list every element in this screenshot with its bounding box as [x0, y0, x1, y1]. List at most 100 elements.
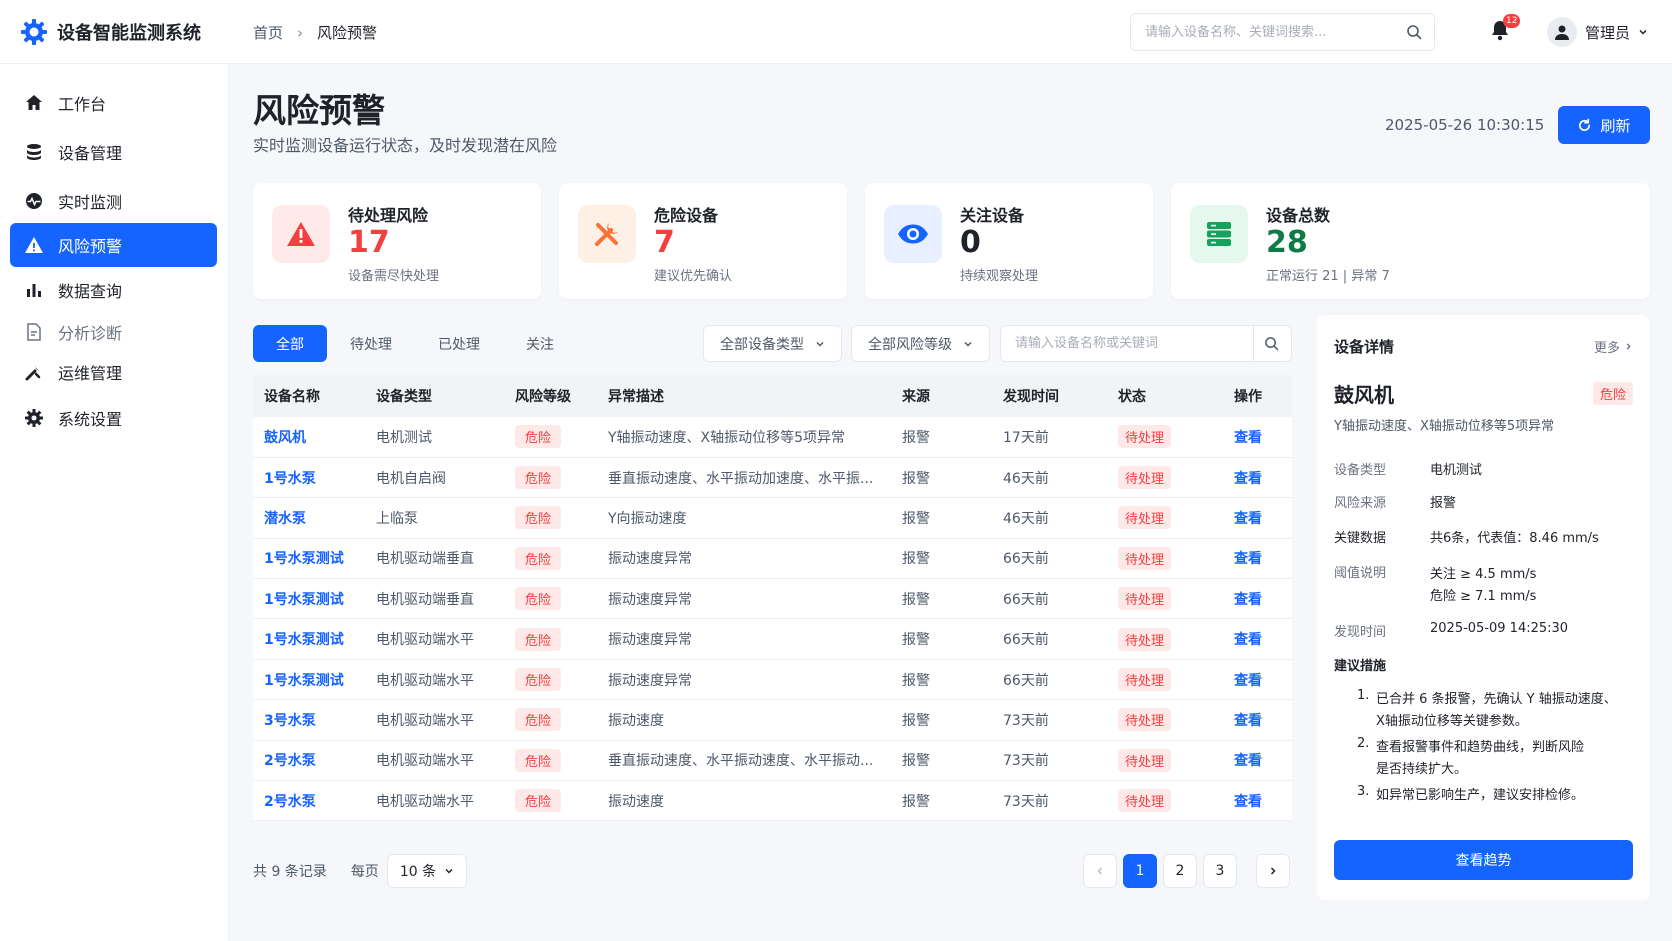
sidebar-item-label: 实时监测 [58, 193, 123, 212]
col-header[interactable]: 来源 [891, 375, 992, 417]
tab-processed[interactable]: 已处理 [415, 325, 503, 362]
stat-card-total-devices[interactable]: 设备总数 28 正常运行 21 | 异常 7 [1171, 183, 1650, 299]
device-name-link-cell[interactable]: 潜水泵 [253, 498, 365, 538]
status-badge: 待处理 [1118, 627, 1172, 651]
table-row[interactable]: 2号水泵 电机驱动端水平 危险 振动速度 报警 73天前 待处理 查看 [253, 780, 1292, 821]
risk-level-select[interactable]: 全部风险等级 [851, 325, 990, 362]
view-link-cell[interactable]: 查看 [1223, 579, 1292, 619]
avatar [1547, 17, 1577, 47]
sidebar-item-risk-warning[interactable]: 风险预警 [10, 223, 217, 267]
view-link-cell[interactable]: 查看 [1223, 659, 1292, 699]
status-badge-cell: 待处理 [1107, 781, 1223, 821]
stat-card-pending-risk[interactable]: 待处理风险 17 设备需尽快处理 [253, 183, 541, 299]
breadcrumb-current: 风险预警 [317, 24, 378, 42]
gear-logo-icon [21, 19, 47, 45]
col-header[interactable]: 状态 [1107, 375, 1223, 417]
stat-desc: 正常运行 21 | 异常 7 [1266, 269, 1390, 284]
page-1-button[interactable]: 1 [1123, 854, 1157, 888]
stat-title: 设备总数 [1266, 206, 1331, 225]
view-link-cell[interactable]: 查看 [1223, 457, 1292, 497]
sidebar-item-data-query[interactable]: 数据查询 [10, 268, 217, 312]
status-badge: 待处理 [1118, 789, 1172, 813]
tab-pending[interactable]: 待处理 [327, 325, 415, 362]
device-name-link-cell[interactable]: 1号水泵测试 [253, 619, 365, 659]
status-badge: 待处理 [1118, 668, 1172, 692]
chevron-left-icon [1097, 867, 1103, 875]
status-badge-cell: 待处理 [1107, 700, 1223, 740]
col-header[interactable]: 设备类型 [365, 375, 504, 417]
table-search-input[interactable] [1001, 326, 1241, 361]
device-type-cell: 电机驱动端垂直 [376, 591, 474, 608]
sidebar-item-device-management[interactable]: 设备管理 [10, 130, 217, 174]
app-logo[interactable]: 设备智能监测系统 [20, 18, 201, 46]
table-row[interactable]: 1号水泵测试 电机驱动端垂直 危险 振动速度异常 报警 66天前 待处理 查看 [253, 538, 1292, 579]
search-icon[interactable] [1264, 336, 1279, 351]
chevron-down-icon [445, 868, 453, 874]
stat-card-danger-devices[interactable]: 危险设备 7 建议优先确认 [559, 183, 847, 299]
page-2-button[interactable]: 2 [1163, 854, 1197, 888]
chevron-right-icon [1270, 867, 1276, 875]
table-row[interactable]: 3号水泵 电机驱动端水平 危险 振动速度 报警 73天前 待处理 查看 [253, 699, 1292, 741]
col-header[interactable]: 发现时间 [992, 375, 1107, 417]
found-time-cell: 17天前 [1003, 429, 1049, 446]
global-search-input[interactable] [1131, 14, 1381, 50]
table-footer: 共 9 条记录 每页 10 条 [253, 854, 468, 888]
device-name-link-cell[interactable]: 2号水泵 [253, 740, 365, 780]
table-row[interactable]: 1号水泵测试 电机驱动端垂直 危险 振动速度异常 报警 66天前 待处理 查看 [253, 578, 1292, 619]
view-link-cell[interactable]: 查看 [1223, 538, 1292, 578]
view-link-cell[interactable]: 查看 [1223, 781, 1292, 821]
prev-page-button[interactable] [1083, 854, 1117, 888]
view-link-cell[interactable]: 查看 [1223, 619, 1292, 659]
detail-more-link[interactable]: 更多 [1594, 337, 1633, 356]
device-name-link-cell[interactable]: 1号水泵测试 [253, 538, 365, 578]
source-cell: 报警 [902, 510, 930, 527]
page-3-button[interactable]: 3 [1203, 854, 1237, 888]
view-link-cell[interactable]: 查看 [1223, 700, 1292, 740]
risk-level-value: 全部风险等级 [868, 336, 952, 353]
page-size-select[interactable]: 10 条 [386, 854, 468, 888]
sidebar-item-workbench[interactable]: 工作台 [10, 81, 217, 125]
stat-desc: 持续观察处理 [960, 269, 1039, 284]
sidebar-item-settings[interactable]: 系统设置 [10, 396, 217, 440]
table-row[interactable]: 潜水泵 上临泵 危险 Y向振动速度 报警 46天前 待处理 查看 [253, 497, 1292, 539]
table-row[interactable]: 1号水泵测试 电机驱动端水平 危险 振动速度异常 报警 66天前 待处理 查看 [253, 659, 1292, 700]
device-name-link-cell[interactable]: 2号水泵 [253, 781, 365, 821]
col-header[interactable]: 设备名称 [253, 375, 365, 417]
view-link-cell[interactable]: 查看 [1223, 740, 1292, 780]
device-type-select[interactable]: 全部设备类型 [703, 325, 842, 362]
field-label: 阈值说明 [1334, 566, 1387, 581]
view-trend-button[interactable]: 查看趋势 [1334, 840, 1633, 880]
device-type-cell: 电机自启阀 [376, 470, 446, 487]
field-label: 风险来源 [1334, 496, 1387, 511]
device-name-link-cell[interactable]: 1号水泵 [253, 457, 365, 497]
table-row[interactable]: 1号水泵测试 电机驱动端水平 危险 振动速度异常 报警 66天前 待处理 查看 [253, 618, 1292, 660]
col-header[interactable]: 操作 [1223, 375, 1292, 417]
device-name-link-cell[interactable]: 3号水泵 [253, 700, 365, 740]
status-badge: 待处理 [1118, 708, 1172, 732]
device-name-link-cell[interactable]: 1号水泵测试 [253, 579, 365, 619]
chevron-down-icon [816, 341, 824, 347]
device-name-link-cell[interactable]: 1号水泵测试 [253, 659, 365, 699]
table-row[interactable]: 2号水泵 电机驱动端水平 危险 垂直振动速度、水平振动速度、水平振动... 报警 73天前… [253, 740, 1292, 781]
breadcrumb-home[interactable]: 首页 [253, 22, 283, 43]
sidebar-item-maintenance[interactable]: 运维管理 [10, 350, 217, 394]
advice-item-3-num: 3. [1357, 784, 1370, 799]
view-link-cell[interactable]: 查看 [1223, 417, 1292, 457]
col-header[interactable]: 异常描述 [597, 375, 891, 417]
table-row[interactable]: 鼓风机 电机测试 危险 Y轴振动速度、X轴振动位移等5项异常 报警 17天前 待处理 查看 [253, 417, 1292, 458]
database-icon [27, 144, 41, 160]
table-row[interactable]: 1号水泵 电机自启阀 危险 垂直振动速度、水平振动加速度、水平振... 报警 46天前 待处… [253, 457, 1292, 498]
col-header[interactable]: 风险等级 [504, 375, 597, 417]
sidebar-item-analysis[interactable]: 分析诊断 [10, 310, 217, 354]
user-menu[interactable]: 管理员 [1547, 17, 1648, 47]
device-name-link-cell[interactable]: 鼓风机 [253, 417, 365, 457]
tab-all[interactable]: 全部 [253, 325, 327, 362]
search-icon[interactable] [1406, 24, 1422, 40]
next-page-button[interactable] [1256, 854, 1290, 888]
sidebar-item-realtime-monitor[interactable]: 实时监测 [10, 179, 217, 223]
stat-card-watch-devices[interactable]: 关注设备 0 持续观察处理 [865, 183, 1153, 299]
tab-watch[interactable]: 关注 [503, 325, 577, 362]
user-icon [1555, 25, 1569, 40]
view-link-cell[interactable]: 查看 [1223, 498, 1292, 538]
refresh-button[interactable]: 刷新 [1558, 106, 1650, 144]
